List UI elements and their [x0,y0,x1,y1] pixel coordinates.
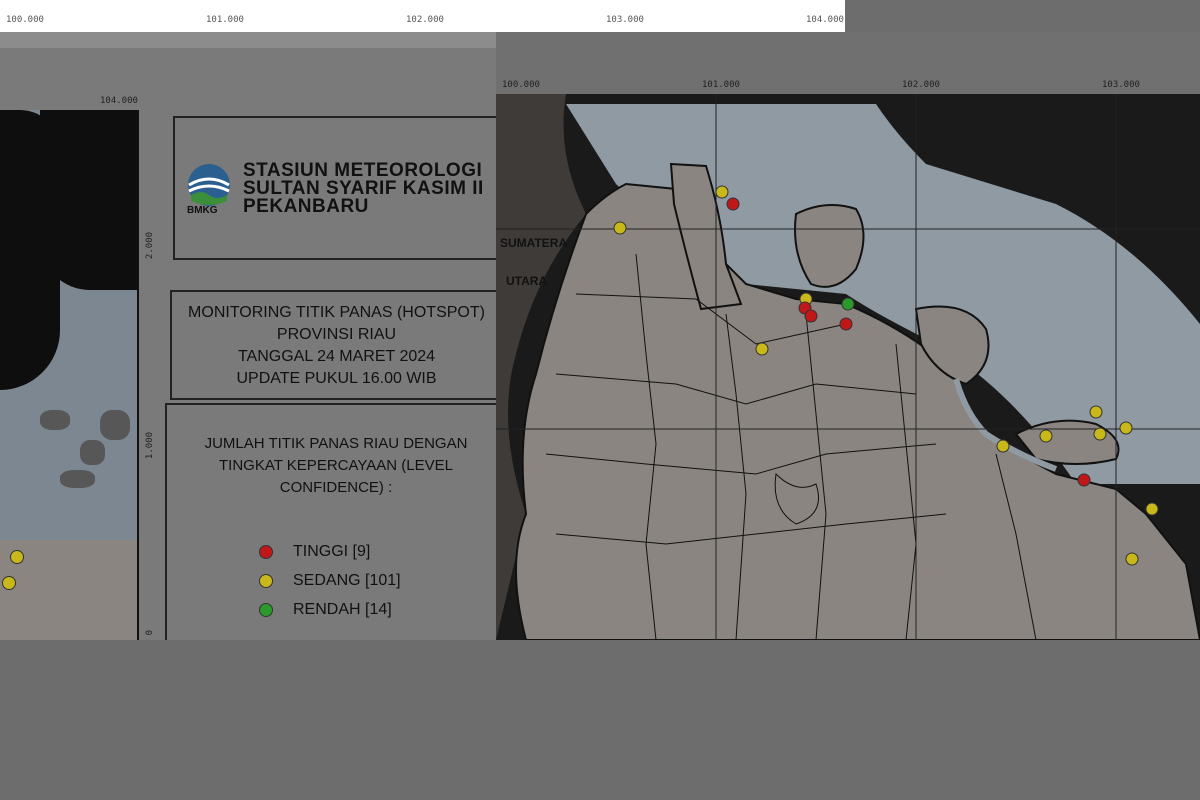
station-line: PEKANBARU [243,196,369,217]
hotspot-sedang [2,576,16,590]
top-lon-tick: 102.000 [406,15,444,25]
left-lon-tick: 104.000 [100,96,138,106]
legend-intro-line: JUMLAH TITIK PANAS RIAU DENGAN [204,435,468,452]
monitoring-title-box: MONITORING TITIK PANAS (HOTSPOT) PROVINS… [170,290,503,400]
hotspot-sedang [1039,429,1053,443]
hotspot-sedang [715,185,729,199]
map-lon-tick: 103.000 [1102,80,1140,90]
hotspot-tinggi [804,309,818,323]
hotspot-tinggi [726,197,740,211]
top-lon-tick: 101.000 [206,15,244,25]
hotspot-sedang [1093,427,1107,441]
red-dot-icon [259,545,273,559]
riau-hotspot-map: 100.000 101.000 102.000 103.000 SUMATERA… [496,32,1200,640]
station-name: STASIUN METEOROLOGI SULTAN SYARIF KASIM … [243,161,484,217]
map-lon-tick: 102.000 [902,80,940,90]
legend-intro-line: CONFIDENCE) : [279,479,393,496]
legend-label: SEDANG [101] [293,572,401,589]
left-lat-tick: 0 [145,630,155,636]
legend-item-rendah: RENDAH [14] [259,601,392,619]
island [80,440,105,465]
legend-label: RENDAH [14] [293,601,392,618]
hotspot-sedang [755,342,769,356]
legend-item-sedang: SEDANG [101] [259,572,401,590]
island [100,410,130,440]
legend-intro: JUMLAH TITIK PANAS RIAU DENGAN TINGKAT K… [167,433,505,499]
legend-label: TINGGI [9] [293,543,371,560]
map-top-margin: 100.000 101.000 102.000 103.000 [496,32,1200,94]
top-lon-tick: 103.000 [606,15,644,25]
logo-text: BMKG [187,205,218,216]
map-frame [137,110,139,640]
island [60,470,95,488]
province-label: SUMATERA [500,236,568,250]
hotspot-sedang [1125,552,1139,566]
map-lon-tick: 101.000 [702,80,740,90]
monitoring-date: TANGGAL 24 MARET 2024 [237,348,436,365]
hotspot-sedang [1089,405,1103,419]
top-lon-tick: 104.000 [806,15,844,25]
green-dot-icon [259,603,273,617]
top-coordinate-strip: 100.000 101.000 102.000 103.000 104.000 [0,0,845,32]
left-lat-tick: 1.000 [145,432,155,460]
map-lon-tick: 100.000 [502,80,540,90]
left-map-inset [0,110,137,640]
hotspot-sedang [996,439,1010,453]
legend-box: JUMLAH TITIK PANAS RIAU DENGAN TINGKAT K… [165,403,503,653]
legend-intro-line: TINGKAT KEPERCAYAAN (LEVEL [219,457,453,474]
legend-item-tinggi: TINGGI [9] [259,543,370,561]
hotspot-sedang [613,221,627,235]
monitoring-line: PROVINSI RIAU [276,326,397,343]
hotspot-sedang [1145,502,1159,516]
island [40,410,70,430]
hotspot-rendah [841,297,855,311]
hotspot-sedang [1119,421,1133,435]
bottom-background [0,640,1200,800]
monitoring-line: MONITORING TITIK PANAS (HOTSPOT) [188,304,485,321]
yellow-dot-icon [259,574,273,588]
monitoring-update: UPDATE PUKUL 16.00 WIB [236,370,437,387]
map-graphic [496,94,1200,640]
top-lon-tick: 100.000 [6,15,44,25]
hotspot-tinggi [1077,473,1091,487]
left-lat-tick: 2.000 [145,232,155,260]
land-mass [40,110,137,290]
station-header: BMKG STASIUN METEOROLOGI SULTAN SYARIF K… [173,116,503,260]
hotspot-tinggi [839,317,853,331]
province-label: UTARA [506,274,548,288]
bmkg-logo: BMKG [185,163,233,217]
hotspot-sedang [10,550,24,564]
